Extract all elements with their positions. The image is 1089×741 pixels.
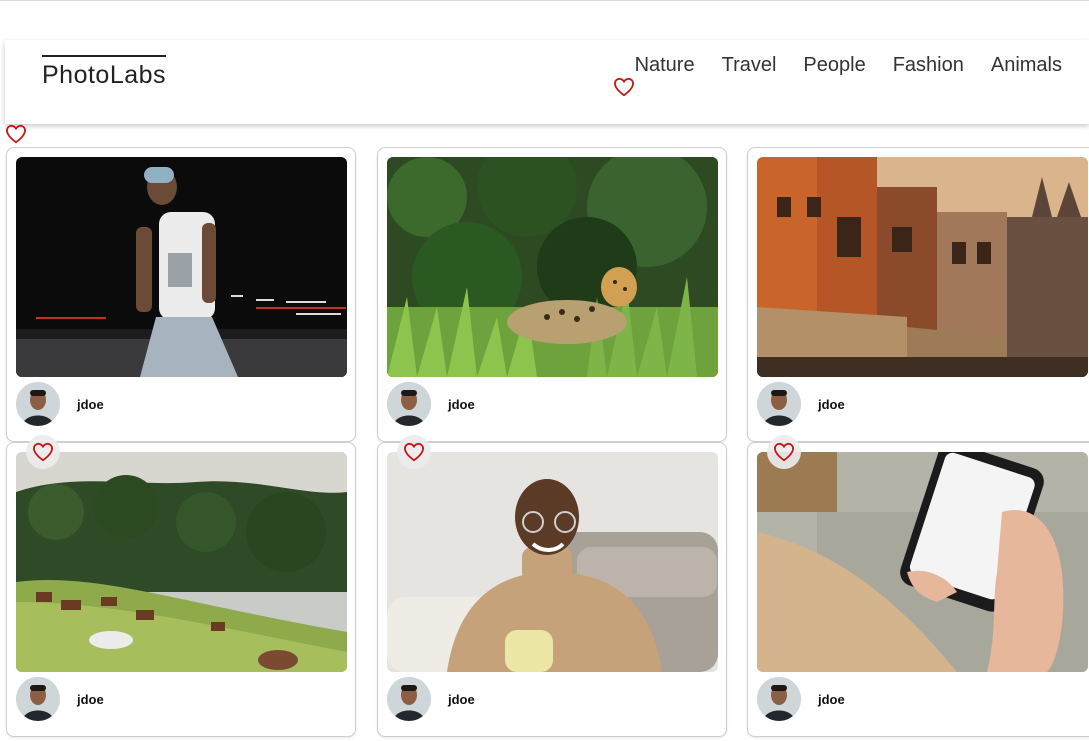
photo-image[interactable] (387, 157, 718, 377)
username: jdoe (818, 691, 845, 707)
topic-list: Nature Travel People Fashion Animals (635, 54, 1062, 77)
username: jdoe (77, 691, 104, 707)
favorite-heart-icon[interactable] (5, 124, 27, 144)
photo-card[interactable]: jdoe (747, 147, 1089, 442)
photo-image[interactable] (757, 452, 1088, 672)
photo-card[interactable]: jdoe (6, 147, 356, 442)
user-avatar (757, 677, 801, 721)
photo-user: jdoe (387, 382, 475, 426)
username: jdoe (77, 396, 104, 412)
topic-fashion[interactable]: Fashion (893, 54, 964, 77)
top-navigation-bar: PhotoLabs Nature Travel People Fashion A… (5, 40, 1089, 124)
photo-user: jdoe (387, 677, 475, 721)
username: jdoe (448, 396, 475, 412)
brand-logo[interactable]: PhotoLabs (42, 55, 167, 90)
photo-image[interactable] (16, 157, 347, 377)
photo-card[interactable]: jdoe (747, 435, 1089, 737)
favorite-button[interactable] (26, 435, 60, 469)
photo-user: jdoe (16, 382, 104, 426)
user-avatar (16, 382, 60, 426)
heart-outline-icon (773, 442, 795, 462)
photo-card[interactable]: jdoe (6, 435, 356, 737)
topic-animals[interactable]: Animals (991, 54, 1062, 77)
photo-image[interactable] (16, 452, 347, 672)
heart-outline-icon (403, 442, 425, 462)
photo-image[interactable] (757, 157, 1088, 377)
topic-people[interactable]: People (803, 54, 865, 77)
photo-user: jdoe (757, 382, 845, 426)
photo-card[interactable]: jdoe (377, 147, 727, 442)
photo-user: jdoe (757, 677, 845, 721)
topic-travel[interactable]: Travel (722, 54, 777, 77)
username: jdoe (818, 396, 845, 412)
favorites-heart-icon[interactable] (613, 77, 635, 97)
favorite-button[interactable] (767, 435, 801, 469)
user-avatar (387, 382, 431, 426)
heart-outline-icon (32, 442, 54, 462)
photo-user: jdoe (16, 677, 104, 721)
user-avatar (387, 677, 431, 721)
user-avatar (757, 382, 801, 426)
photo-image[interactable] (387, 452, 718, 672)
topic-nature[interactable]: Nature (635, 54, 695, 77)
top-rule (0, 0, 1089, 1)
photo-card[interactable]: jdoe (377, 435, 727, 737)
username: jdoe (448, 691, 475, 707)
favorite-button[interactable] (397, 435, 431, 469)
user-avatar (16, 677, 60, 721)
